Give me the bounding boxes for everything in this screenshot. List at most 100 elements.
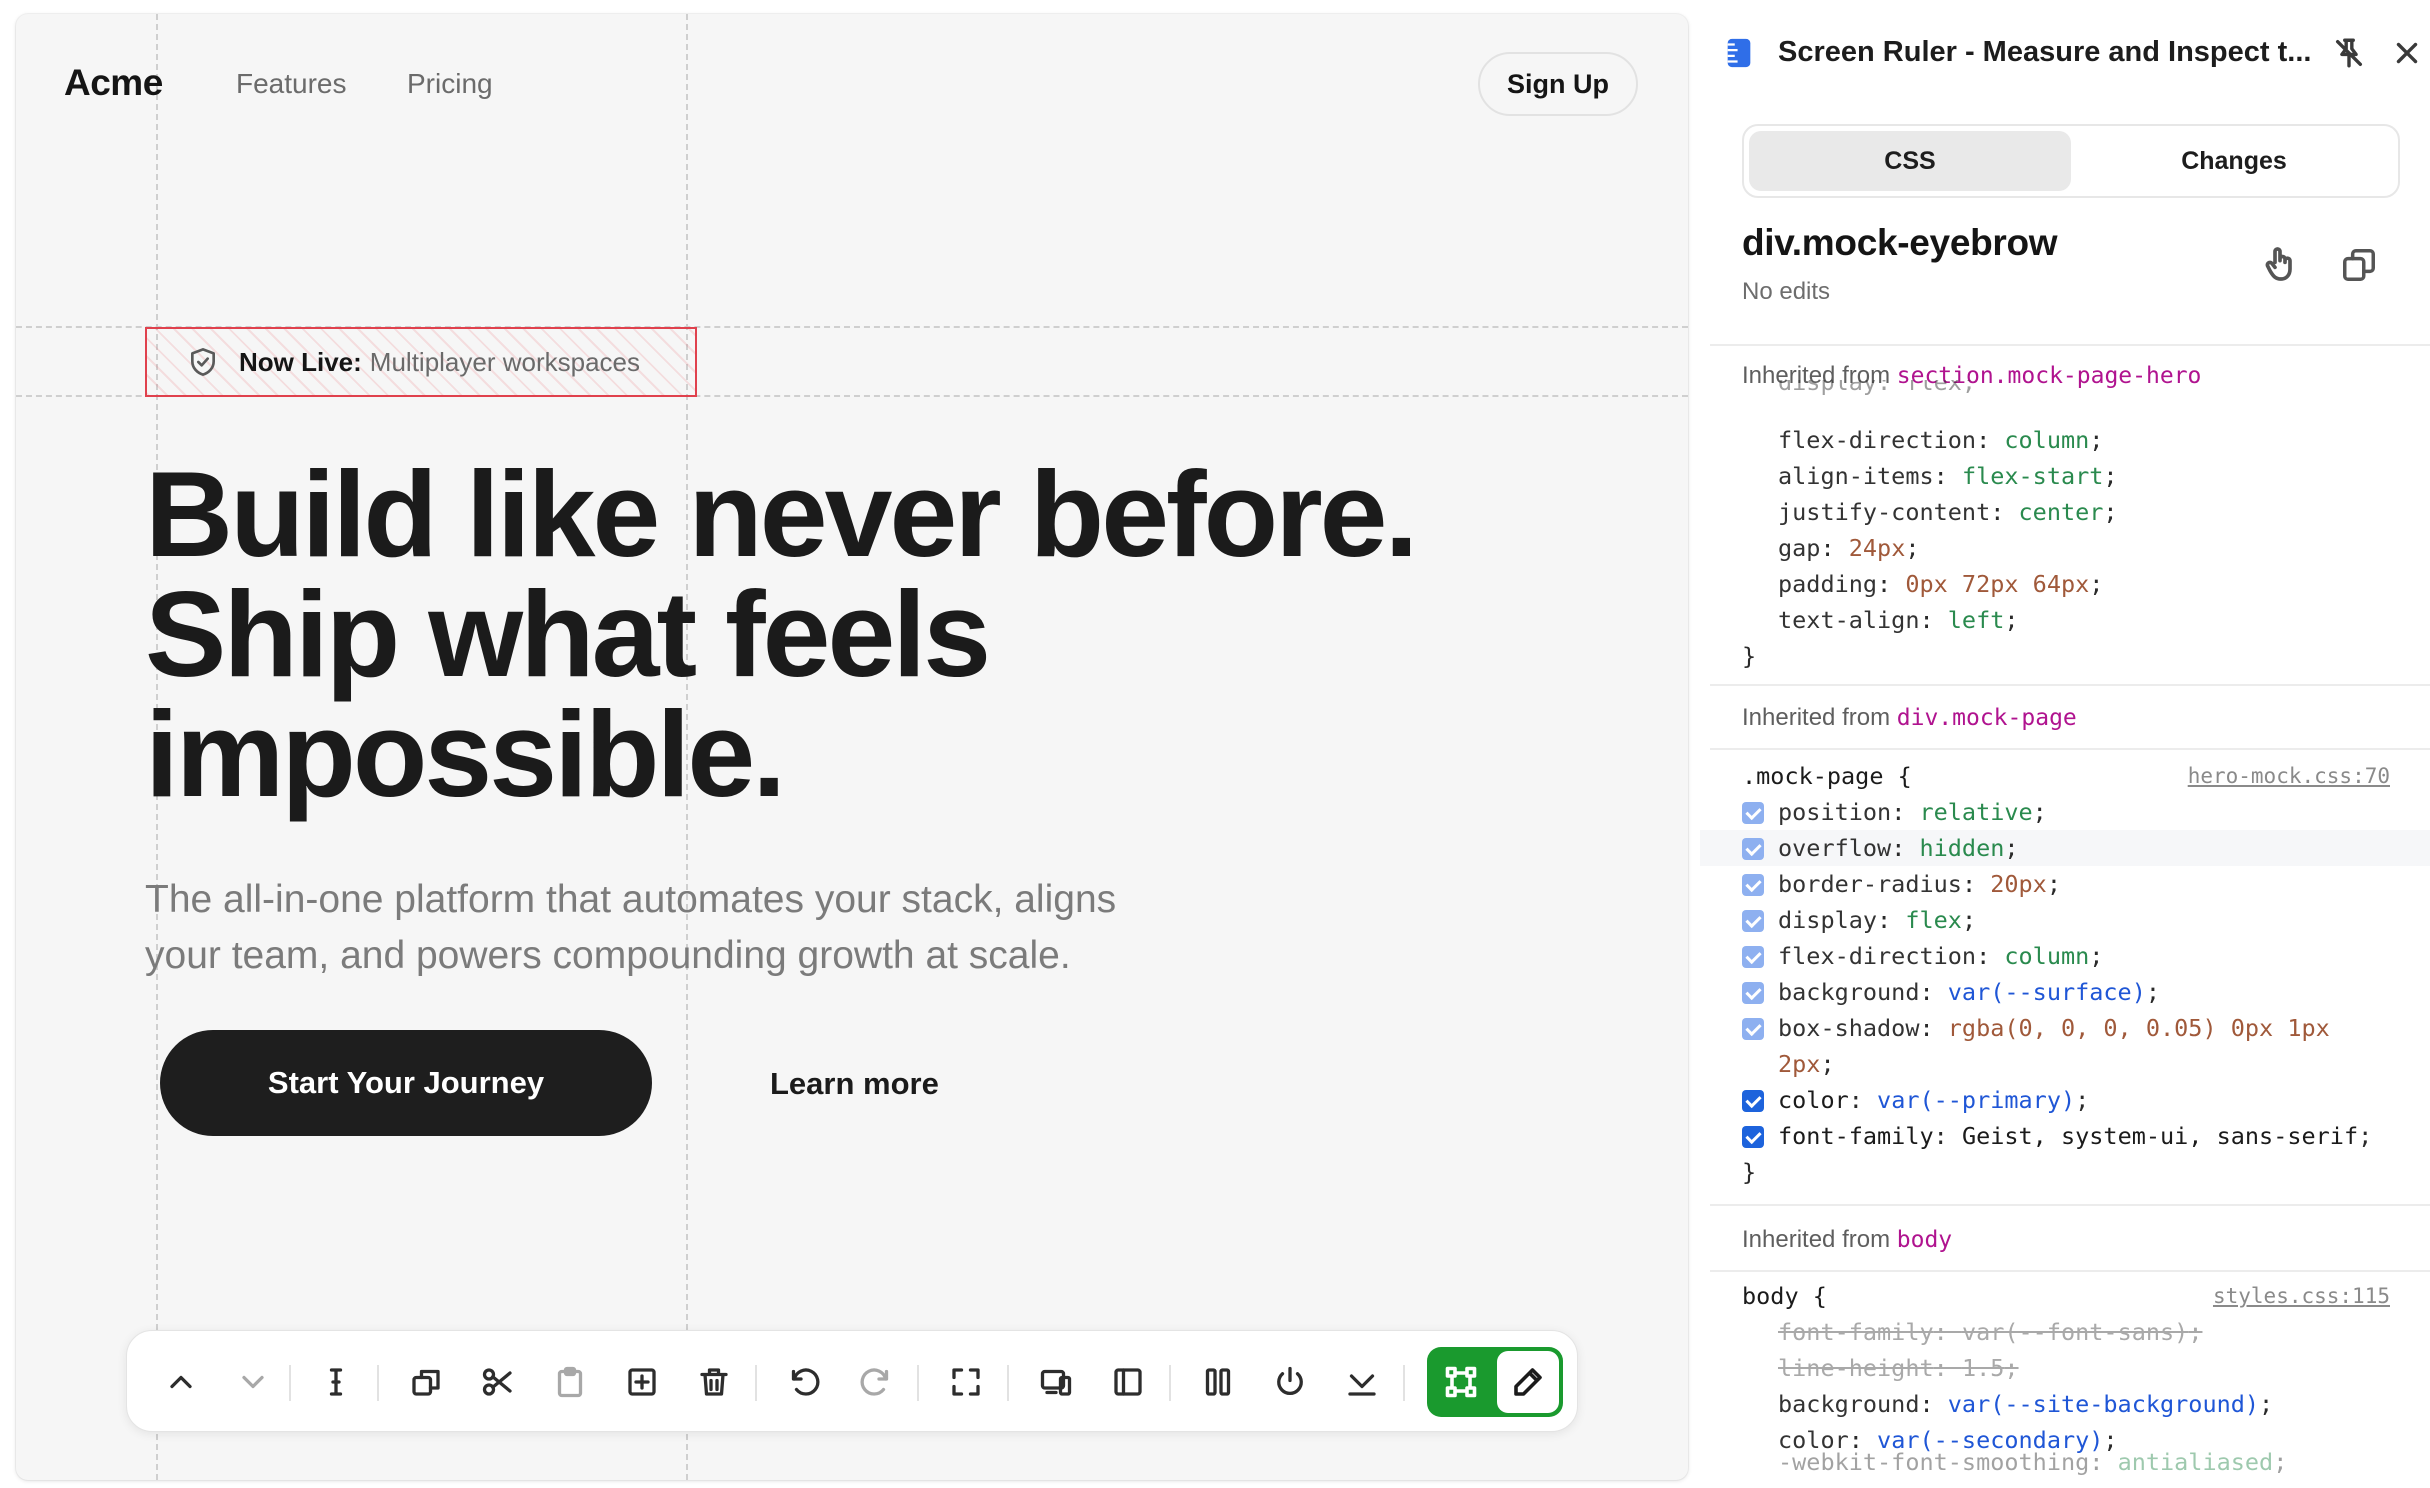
mock-page-preview: Acme Features Pricing Sign Up Now Live: M…: [16, 14, 1688, 1480]
scissors-icon[interactable]: [474, 1358, 522, 1406]
css-rule: position: relative;: [1700, 794, 2430, 830]
start-journey-button[interactable]: Start Your Journey: [160, 1030, 652, 1136]
hand-pointer-icon[interactable]: [2260, 244, 2300, 284]
rule-checkbox[interactable]: [1742, 982, 1764, 1004]
css-rule-header: body {styles.css:115: [1700, 1278, 2430, 1314]
css-rule-cut-text: display: flex;: [1778, 380, 1977, 396]
css-rule-cut: display: flex;: [1700, 380, 2430, 422]
responsive-icon[interactable]: [1032, 1358, 1080, 1406]
chevron-up-icon[interactable]: [157, 1358, 205, 1406]
inherited-selector-body[interactable]: body: [1897, 1227, 1952, 1253]
mock-eyebrow-selected[interactable]: Now Live: Multiplayer workspaces: [145, 327, 697, 397]
css-rule: border-radius: 20px;: [1700, 866, 2430, 902]
toolbar-divider: [1007, 1365, 1009, 1401]
css-rule: -webkit-font-smoothing: antialiased;: [1778, 1448, 2288, 1476]
pin-icon[interactable]: [2332, 36, 2366, 70]
css-rule: color: var(--primary);: [1700, 1082, 2430, 1118]
trash-icon[interactable]: [690, 1358, 738, 1406]
selected-element-name: div.mock-eyebrow: [1742, 222, 2058, 263]
hero-title: Build like never before. Ship what feels…: [145, 453, 1445, 822]
css-rule-overridden: font-family: var(--font-sans);: [1778, 1318, 2203, 1346]
panel-divider: [1710, 1270, 2430, 1272]
toolbar-divider: [1169, 1365, 1171, 1401]
select-frame-icon[interactable]: [1427, 1347, 1495, 1417]
rule-checkbox[interactable]: [1742, 838, 1764, 860]
inherited-label: Inherited from: [1742, 1226, 1891, 1253]
tab-css[interactable]: CSS: [1749, 131, 2071, 191]
css-rule: box-shadow: rgba(0, 0, 0, 0.05) 0px 1px …: [1700, 1010, 2430, 1082]
duplicate-icon[interactable]: [402, 1358, 450, 1406]
columns-icon[interactable]: [1194, 1358, 1242, 1406]
css-close-brace: }: [1742, 1158, 1757, 1186]
source-link[interactable]: hero-mock.css:70: [2188, 758, 2390, 794]
download-icon[interactable]: [1338, 1358, 1386, 1406]
inherited-from-body: Inherited from body: [1742, 1226, 1952, 1254]
rule-checkbox[interactable]: [1742, 946, 1764, 968]
eyebrow-label: Multiplayer workspaces: [369, 346, 641, 377]
copy-icon[interactable]: [2340, 246, 2378, 284]
rule-selector: body: [1742, 1282, 1799, 1310]
toolbar-divider: [1403, 1365, 1405, 1401]
css-rule: background: var(--surface);: [1700, 974, 2430, 1010]
edit-status: No edits: [1742, 278, 1831, 305]
rule-checkbox[interactable]: [1742, 910, 1764, 932]
rule-checkbox[interactable]: [1742, 874, 1764, 896]
close-icon[interactable]: [2390, 36, 2424, 70]
css-rule: background: var(--site-background);: [1778, 1390, 2274, 1418]
panel-tabs: CSS Changes: [1742, 124, 2400, 198]
hero-title-line-2: Ship what feels: [145, 566, 991, 702]
code-block-body: body {styles.css:115 font-family: var(--…: [1700, 1278, 2430, 1488]
css-rule: padding: 0px 72px 64px;: [1778, 570, 2104, 598]
css-rule: align-items: flex-start;: [1778, 462, 2118, 490]
hero-subtitle: The all-in-one platform that automates y…: [145, 872, 1265, 984]
shield-check-icon: [191, 348, 215, 376]
css-rule: display: flex;: [1700, 902, 2430, 938]
toolbar-divider: [755, 1365, 757, 1401]
mock-nav: Acme Features Pricing Sign Up: [16, 50, 1688, 120]
mode-toggle: [1427, 1347, 1563, 1417]
rule-checkbox[interactable]: [1742, 1090, 1764, 1112]
hero-subtitle-line-2: your team, and powers compounding growth…: [145, 934, 1071, 977]
nav-link-pricing[interactable]: Pricing: [407, 68, 493, 100]
code-block-hero: display: flex; flex-direction: column; a…: [1700, 380, 2430, 682]
redo-icon[interactable]: [852, 1358, 900, 1406]
toolbar-divider: [917, 1365, 919, 1401]
rule-checkbox[interactable]: [1742, 1126, 1764, 1148]
tab-changes[interactable]: Changes: [2073, 131, 2395, 191]
rule-checkbox[interactable]: [1742, 802, 1764, 824]
text-cursor-icon[interactable]: [312, 1358, 360, 1406]
inspector-toolbar: [126, 1330, 1578, 1432]
add-box-icon[interactable]: [618, 1358, 666, 1406]
brand-logo[interactable]: Acme: [64, 62, 163, 104]
rule-checkbox[interactable]: [1742, 1018, 1764, 1040]
css-rule: flex-direction: column;: [1700, 938, 2430, 974]
pencil-icon[interactable]: [1497, 1351, 1559, 1413]
inspector-panel: Screen Ruler - Measure and Inspect t... …: [1700, 0, 2430, 1488]
sidebar-icon[interactable]: [1104, 1358, 1152, 1406]
chevron-down-icon[interactable]: [229, 1358, 277, 1406]
sign-up-button[interactable]: Sign Up: [1478, 52, 1638, 116]
css-close-brace: }: [1742, 642, 1757, 670]
css-rule-overridden: line-height: 1.5;: [1778, 1354, 2019, 1382]
source-link[interactable]: styles.css:115: [2213, 1278, 2390, 1314]
css-rule: text-align: left;: [1778, 606, 2019, 634]
panel-divider: [1710, 1204, 2430, 1206]
inherited-from-page: Inherited from div.mock-page: [1742, 704, 2077, 732]
inherited-label: Inherited from: [1742, 704, 1891, 731]
fullscreen-icon[interactable]: [942, 1358, 990, 1406]
eyebrow-text: Now Live: Multiplayer workspaces: [239, 347, 640, 378]
learn-more-link[interactable]: Learn more: [770, 1066, 939, 1102]
panel-divider: [1710, 344, 2430, 346]
clipboard-icon[interactable]: [546, 1358, 594, 1406]
inherited-selector-page[interactable]: div.mock-page: [1897, 705, 2077, 731]
panel-divider: [1710, 748, 2430, 750]
hero-title-line-3: impossible.: [145, 686, 786, 822]
ruler-extension-icon: [1727, 38, 1751, 68]
css-rule: font-family: Geist, system-ui, sans-seri…: [1700, 1118, 2430, 1154]
panel-divider: [1710, 684, 2430, 686]
toolbar-divider: [289, 1365, 291, 1401]
undo-icon[interactable]: [780, 1358, 828, 1406]
power-icon[interactable]: [1266, 1358, 1314, 1406]
nav-link-features[interactable]: Features: [236, 68, 347, 100]
eyebrow-bold: Now Live:: [239, 346, 362, 377]
